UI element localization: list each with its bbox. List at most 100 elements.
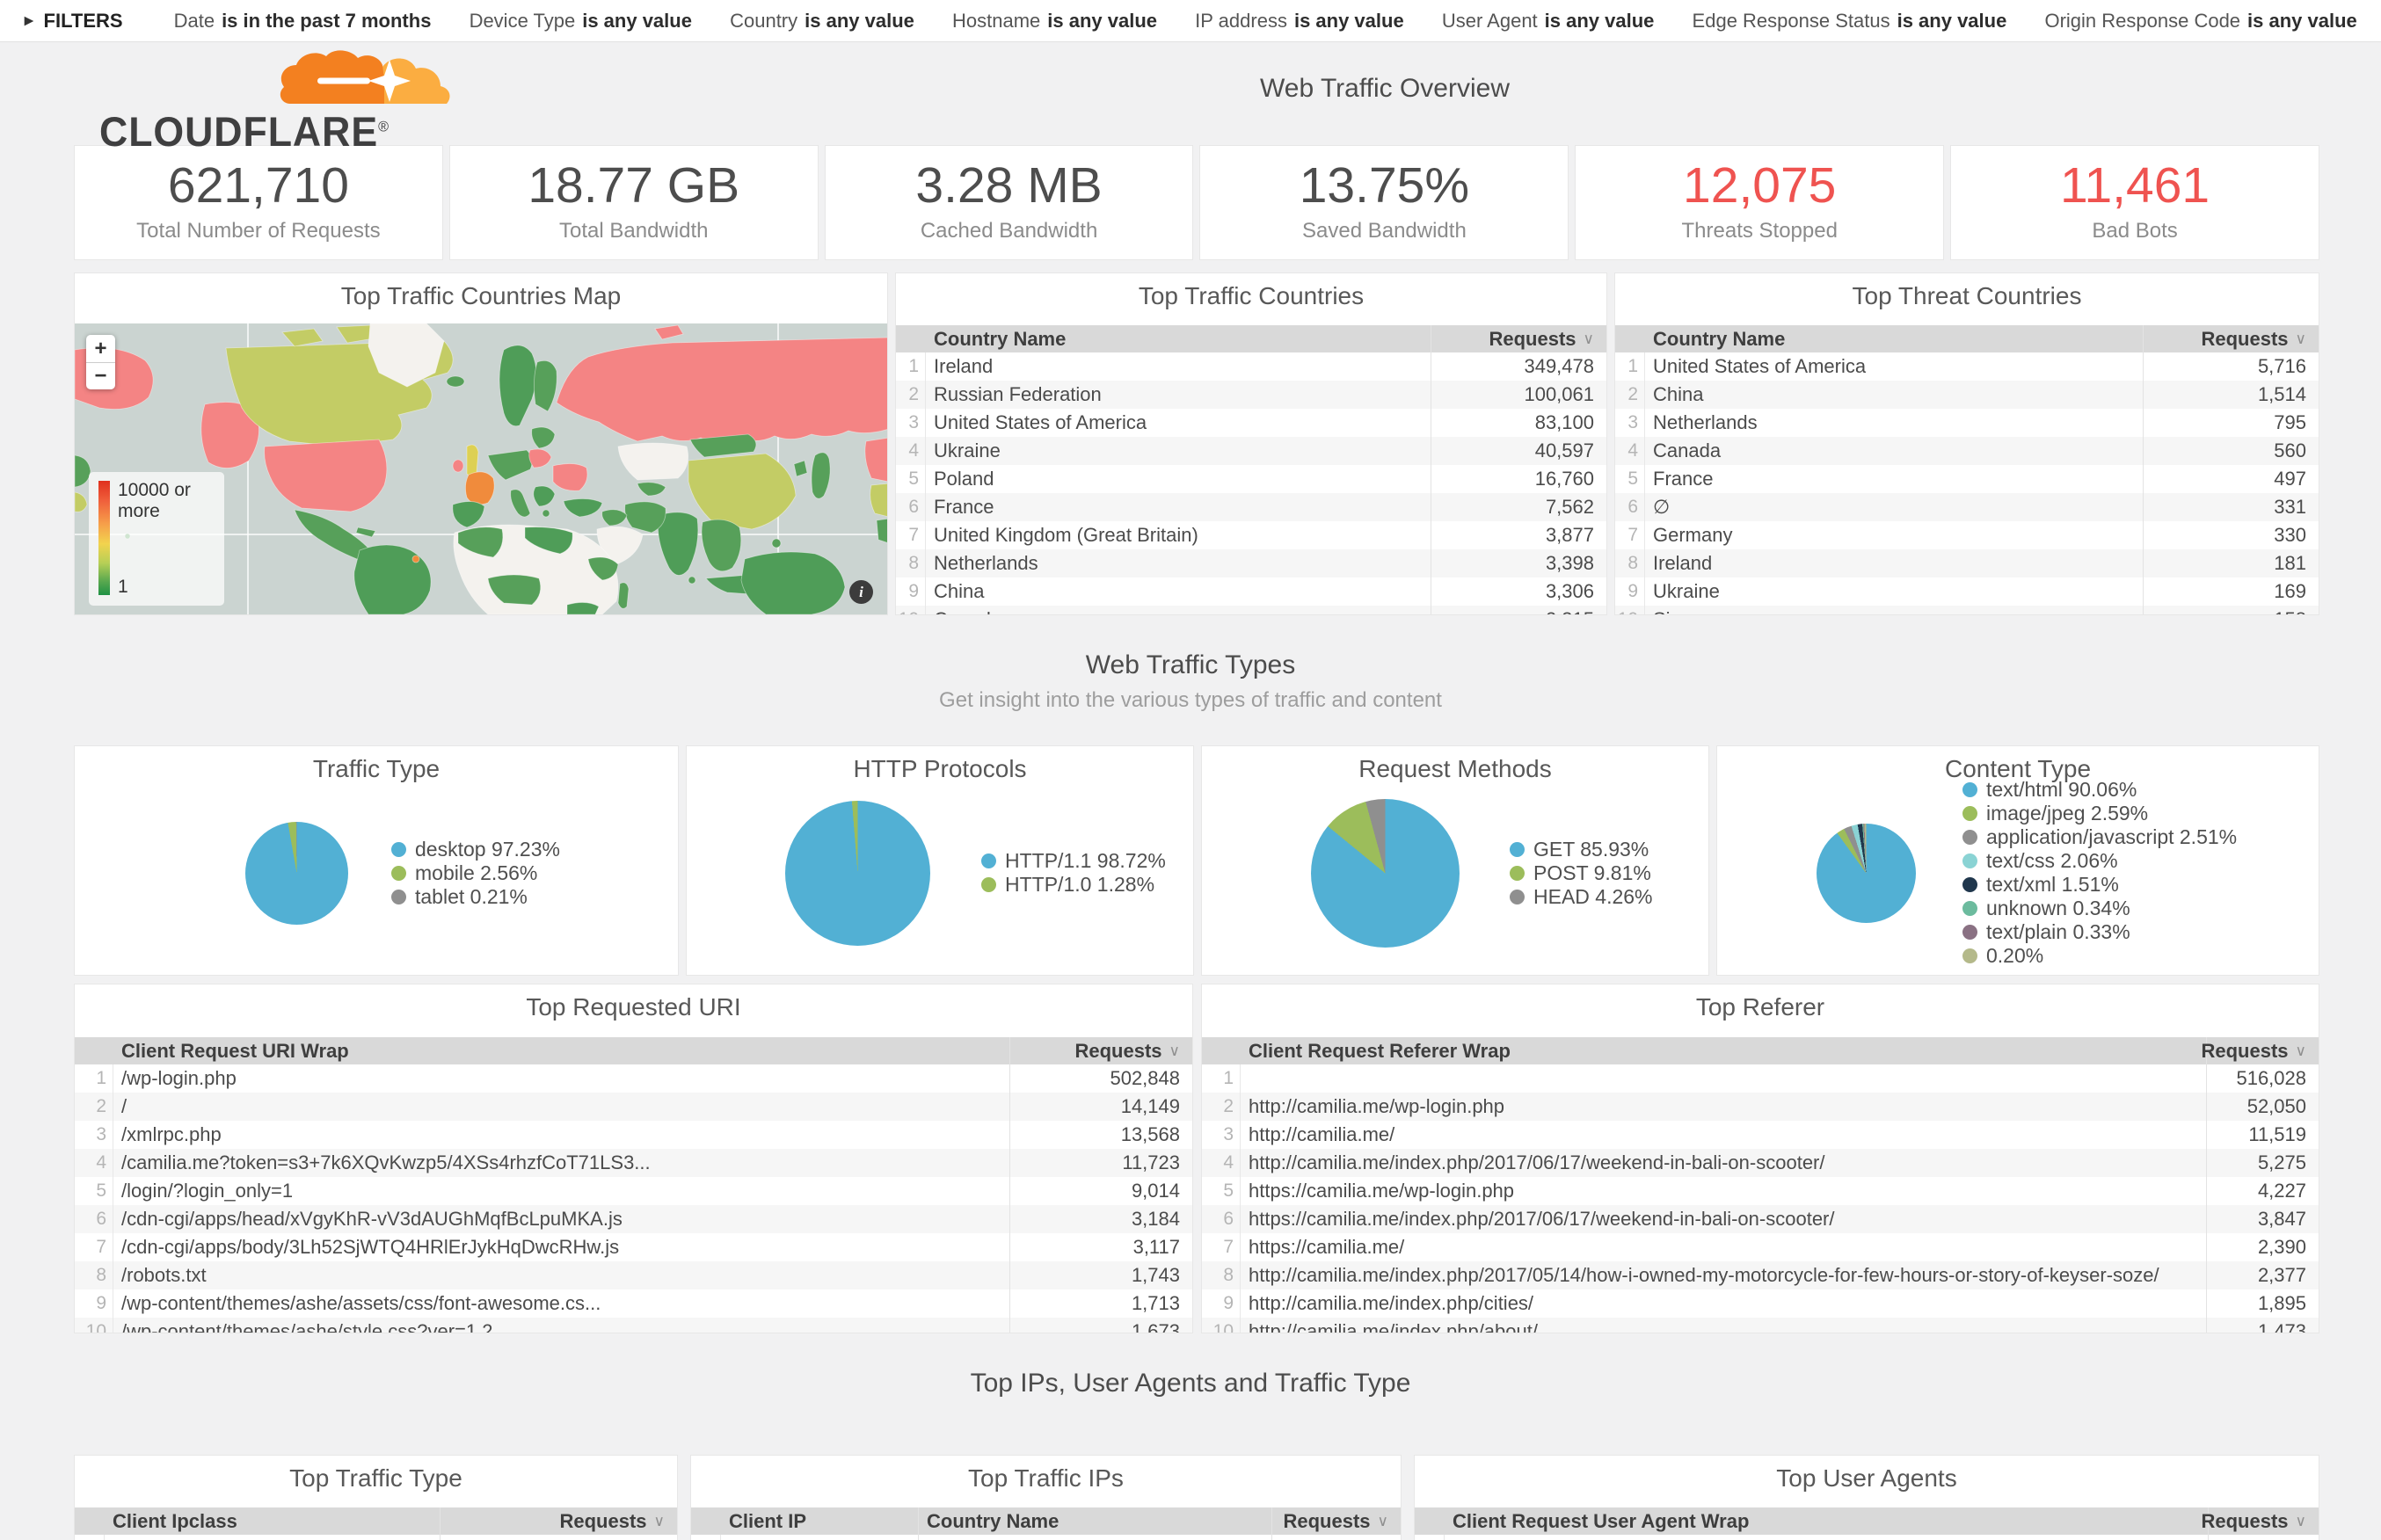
- table-row: 4 /camilia.me?token=s3+7k6XQvKwzp5/4XSs4…: [75, 1149, 1192, 1177]
- traffic-countries-body: 1 Ireland 349,478 2 Russian Federation 1…: [896, 352, 1606, 615]
- filter-item[interactable]: Device Typeis any value: [470, 10, 692, 32]
- cloudflare-cloud-icon: [277, 49, 453, 105]
- column-requests-sort[interactable]: Requests∨: [2208, 1507, 2319, 1535]
- column-user-agent[interactable]: Client Request User Agent Wrap: [1445, 1510, 2208, 1533]
- row-requests: 5,716: [2143, 352, 2319, 381]
- kpi-card: 3.28 MB Cached Bandwidth: [825, 145, 1194, 260]
- legend-label: 0.20%: [1986, 944, 2043, 968]
- kpi-label: Total Bandwidth: [450, 219, 818, 243]
- legend-item: text/xml 1.51%: [1962, 873, 2237, 897]
- row-requests: 502,848: [1009, 1064, 1192, 1093]
- zoom-out-button[interactable]: −: [86, 362, 115, 389]
- row-country: Ukraine: [926, 439, 1431, 462]
- traffic-type-pie-chart[interactable]: [245, 822, 348, 925]
- legend-label: tablet 0.21%: [415, 885, 528, 909]
- row-rank: 4: [896, 437, 926, 465]
- row-uri: /camilia.me?token=s3+7k6XQvKwzp5/4XSs4rh…: [113, 1151, 1009, 1174]
- section-subtitle: Get insight into the various types of tr…: [0, 688, 2381, 713]
- table-row: 9 http://camilia.me/index.php/cities/ 1,…: [1202, 1289, 2319, 1318]
- filter-item[interactable]: User Agentis any value: [1442, 10, 1655, 32]
- column-country-name[interactable]: Country Name: [926, 328, 1431, 351]
- legend-label: text/html 90.06%: [1986, 778, 2137, 802]
- column-requests-sort[interactable]: Requests∨: [1009, 1037, 1192, 1064]
- table-row: 8 http://camilia.me/index.php/2017/05/14…: [1202, 1261, 2319, 1289]
- table-row: 1 /wp-login.php 502,848: [75, 1064, 1192, 1093]
- top-traffic-ips-card: Top Traffic IPs Client IP Country Name R…: [690, 1455, 1402, 1540]
- table-row: 1 185.234.218.33 Ireland 96,945: [691, 1535, 1401, 1540]
- pie-legend: GET 85.93% POST 9.81% HEAD 4.26%: [1510, 838, 1653, 909]
- legend-label: text/xml 1.51%: [1986, 873, 2119, 897]
- legend-color-dot: [391, 842, 406, 857]
- filter-field: Device Type: [470, 10, 576, 32]
- row-requests: 11,723: [1009, 1149, 1192, 1177]
- row-country: Singapore: [1645, 608, 2143, 615]
- column-client-ip[interactable]: Client IP: [721, 1510, 918, 1533]
- map-card-title: Top Traffic Countries Map: [75, 273, 887, 312]
- row-country: Canada: [1645, 439, 2143, 462]
- filter-field: Hostname: [952, 10, 1040, 32]
- filter-item[interactable]: IP addressis any value: [1195, 10, 1404, 32]
- top-user-agents-card: Top User Agents Client Request User Agen…: [1414, 1455, 2319, 1540]
- kpi-label: Saved Bandwidth: [1200, 219, 1568, 243]
- world-map[interactable]: + − 10000 or more 1 i: [75, 323, 887, 614]
- column-requests-sort[interactable]: Requests∨: [2143, 325, 2319, 352]
- filter-item[interactable]: Origin Response Codeis any value: [2044, 10, 2356, 32]
- column-uri[interactable]: Client Request URI Wrap: [113, 1040, 1009, 1063]
- kpi-value: 3.28 MB: [826, 156, 1193, 214]
- top-referer-body: 1 516,028 2 http://camilia.me/wp-login.p…: [1202, 1064, 2319, 1333]
- legend-label: HEAD 4.26%: [1533, 885, 1653, 909]
- column-referer[interactable]: Client Request Referer Wrap: [1241, 1040, 2206, 1063]
- filter-item[interactable]: Dateis in the past 7 months: [174, 10, 432, 32]
- table-row: 10 Singapore 158: [1615, 606, 2319, 615]
- filter-item[interactable]: Edge Response Statusis any value: [1693, 10, 2007, 32]
- table-row: 7 https://camilia.me/ 2,390: [1202, 1233, 2319, 1261]
- row-country: Poland: [926, 468, 1431, 490]
- pie-title: HTTP Protocols: [687, 746, 1193, 785]
- row-country: China: [1645, 383, 2143, 406]
- column-requests-sort[interactable]: Requests∨: [1271, 1507, 1401, 1535]
- sort-desc-icon: ∨: [2296, 331, 2306, 348]
- legend-color-dot: [391, 866, 406, 881]
- filter-condition: is any value: [2247, 10, 2357, 32]
- row-rank: 6: [896, 493, 926, 521]
- filters-toggle[interactable]: ▸ FILTERS: [25, 10, 123, 33]
- row-requests: 2,377: [2206, 1261, 2319, 1289]
- http-protocols-pie-chart[interactable]: [785, 801, 930, 946]
- zoom-in-button[interactable]: +: [86, 335, 115, 362]
- cloudflare-wordmark: CLOUDFLARE®: [99, 107, 390, 156]
- legend-item: text/plain 0.33%: [1962, 920, 2237, 944]
- sort-desc-icon: ∨: [2296, 1042, 2306, 1060]
- row-requests: 83,100: [1431, 409, 1606, 437]
- filter-item[interactable]: Hostnameis any value: [952, 10, 1157, 32]
- legend-item: GET 85.93%: [1510, 838, 1653, 861]
- table-row: 4 http://camilia.me/index.php/2017/06/17…: [1202, 1149, 2319, 1177]
- column-requests-sort[interactable]: Requests∨: [2206, 1037, 2319, 1064]
- row-referer: http://camilia.me/index.php/2017/05/14/h…: [1241, 1264, 2206, 1287]
- row-rank: 9: [896, 578, 926, 606]
- column-ipclass[interactable]: Client Ipclass: [105, 1510, 440, 1533]
- top-traffic-type-title: Top Traffic Type: [75, 1456, 677, 1494]
- map-zoom-control: + −: [86, 335, 115, 389]
- pie-charts-row: Traffic Type desktop 97.23% mobile 2.56%: [74, 745, 2319, 976]
- content-type-pie-chart[interactable]: [1817, 824, 1916, 923]
- info-icon[interactable]: i: [849, 580, 873, 604]
- row-rank: 1: [1415, 1535, 1445, 1540]
- column-country-name[interactable]: Country Name: [1645, 328, 2143, 351]
- filter-item[interactable]: Countryis any value: [730, 10, 914, 32]
- table-row: 2 Russian Federation 100,061: [896, 381, 1606, 409]
- pie-legend: HTTP/1.1 98.72% HTTP/1.0 1.28%: [981, 849, 1166, 897]
- sort-desc-icon: ∨: [654, 1513, 665, 1530]
- table-row: 7 Germany 330: [1615, 521, 2319, 549]
- row-requests: 438,562: [2208, 1535, 2319, 1540]
- row-rank: 9: [75, 1289, 113, 1318]
- filter-field: Date: [174, 10, 215, 32]
- column-country-name[interactable]: Country Name: [918, 1507, 1271, 1535]
- legend-item: HTTP/1.1 98.72%: [981, 849, 1166, 873]
- column-requests-sort[interactable]: Requests∨: [1431, 325, 1606, 352]
- column-requests-sort[interactable]: Requests∨: [440, 1507, 677, 1535]
- top-traffic-type-body: 1 noRecord 568,088: [75, 1535, 677, 1540]
- request-methods-pie-chart[interactable]: [1311, 799, 1460, 948]
- legend-label: unknown 0.34%: [1986, 897, 2130, 920]
- table-row: 3 Netherlands 795: [1615, 409, 2319, 437]
- traffic-countries-map-card: Top Traffic Countries Map: [74, 272, 888, 615]
